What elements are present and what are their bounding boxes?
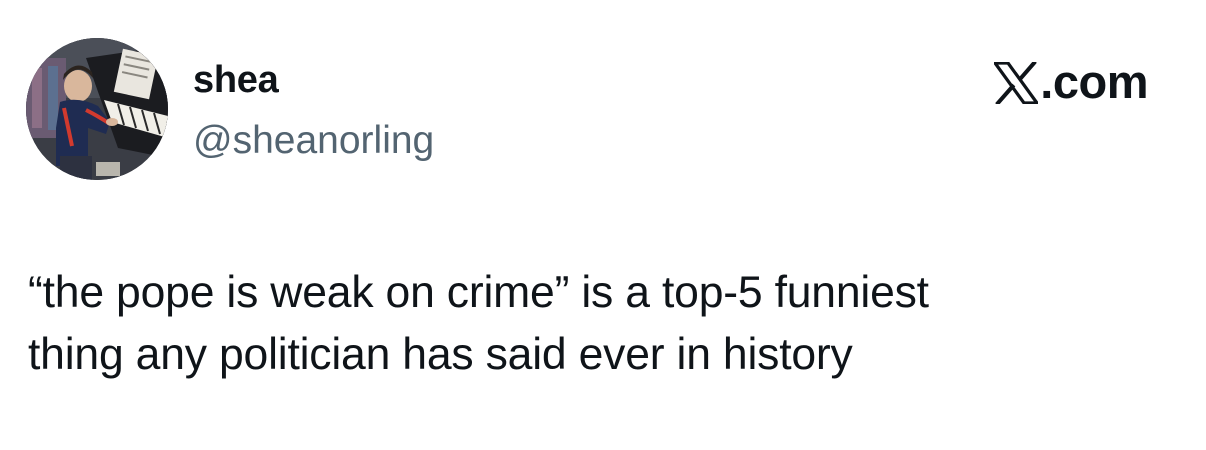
author-handle[interactable]: @sheanorling	[193, 116, 434, 166]
author-display-name[interactable]: shea	[193, 56, 279, 104]
tweet-text-line: “the pope is weak on crime” is a top-5 f…	[28, 268, 929, 317]
avatar[interactable]	[26, 38, 168, 180]
platform-watermark: .com	[992, 54, 1148, 108]
avatar-photo	[26, 38, 168, 180]
tweet-card: shea @sheanorling .com “the pope is weak…	[0, 0, 1206, 450]
platform-domain-label: .com	[1040, 54, 1148, 108]
x-logo-icon	[992, 60, 1041, 106]
tweet-text-line: thing any politician has said ever in hi…	[28, 330, 853, 379]
tweet-body: “the pope is weak on crime” is a top-5 f…	[28, 262, 1178, 386]
